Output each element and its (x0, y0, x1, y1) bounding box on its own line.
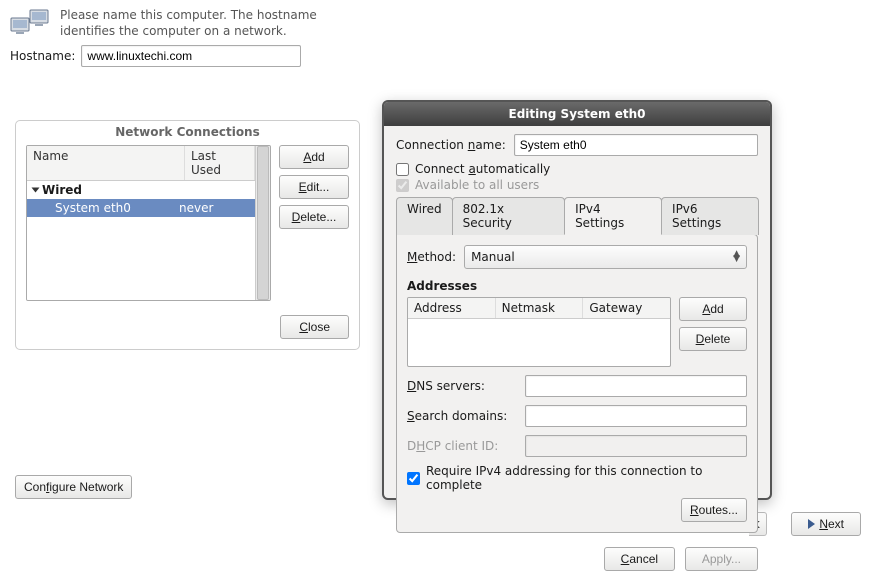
tab-ipv4[interactable]: IPv4 Settings (564, 197, 662, 235)
edit-connection-dialog: Editing System eth0 Connection name: Con… (382, 100, 772, 500)
col-netmask[interactable]: Netmask (496, 298, 584, 318)
connections-list[interactable]: Name Last Used Wired System eth0 never (26, 145, 271, 301)
expand-triangle-icon (32, 188, 40, 193)
method-label: Method: (407, 250, 456, 264)
close-button[interactable]: Close (280, 315, 349, 339)
connection-name-label: Connection name: (396, 138, 506, 152)
add-connection-button[interactable]: Add (279, 145, 349, 169)
hostname-input[interactable] (81, 45, 301, 67)
next-button[interactable]: Next (791, 512, 861, 536)
search-domains-input[interactable] (525, 405, 747, 427)
computers-icon (10, 8, 50, 38)
dialog-title: Editing System eth0 (384, 102, 770, 126)
list-item-system-eth0[interactable]: System eth0 never (27, 199, 255, 217)
connection-name-input[interactable] (514, 134, 758, 156)
nc-title: Network Connections (16, 121, 359, 145)
method-combo[interactable]: Manual ▲▼ (464, 245, 747, 269)
col-name[interactable]: Name (27, 146, 185, 180)
dns-servers-input[interactable] (525, 375, 747, 397)
connect-automatically-label: Connect automatically (415, 162, 550, 176)
col-last-used[interactable]: Last Used (185, 146, 255, 180)
search-domains-label: Search domains: (407, 409, 517, 423)
combo-arrows-icon: ▲▼ (733, 252, 740, 263)
next-arrow-icon (808, 519, 815, 529)
delete-connection-button[interactable]: Delete... (279, 205, 349, 229)
addresses-title: Addresses (407, 279, 747, 293)
tab-wired[interactable]: Wired (396, 197, 453, 235)
routes-button[interactable]: Routes... (681, 498, 747, 522)
edit-connection-button[interactable]: Edit... (279, 175, 349, 199)
require-ipv4-checkbox[interactable] (407, 472, 420, 485)
dhcp-client-id-label: DHCP client ID: (407, 439, 517, 453)
addresses-table[interactable]: Address Netmask Gateway (407, 297, 671, 367)
network-connections-panel: Network Connections Name Last Used Wired… (15, 120, 360, 350)
tab-ipv6[interactable]: IPv6 Settings (661, 197, 759, 235)
col-address[interactable]: Address (408, 298, 496, 318)
item-name: System eth0 (33, 201, 179, 215)
available-all-label: Available to all users (415, 178, 539, 192)
method-value: Manual (471, 250, 515, 264)
hostname-label: Hostname: (10, 49, 75, 63)
group-label: Wired (42, 183, 82, 197)
ipv4-tab-content: Method: Manual ▲▼ Addresses Address Netm… (396, 234, 758, 533)
dns-label: DNS servers: (407, 379, 517, 393)
group-row-wired[interactable]: Wired (27, 181, 255, 199)
delete-address-button[interactable]: Delete (679, 327, 747, 351)
cancel-button[interactable]: Cancel (604, 547, 675, 571)
tab-8021x[interactable]: 802.1x Security (452, 197, 565, 235)
available-all-checkbox (396, 179, 409, 192)
col-gateway[interactable]: Gateway (583, 298, 670, 318)
list-scrollbar[interactable] (255, 146, 270, 300)
dhcp-client-id-input (525, 435, 747, 457)
item-last-used: never (179, 201, 249, 215)
require-ipv4-label: Require IPv4 addressing for this connect… (426, 464, 747, 492)
header-description: Please name this computer. The hostname … (60, 8, 360, 39)
apply-button[interactable]: Apply... (685, 547, 758, 571)
add-address-button[interactable]: Add (679, 297, 747, 321)
configure-network-button[interactable]: Configure Network (15, 475, 132, 499)
connect-automatically-checkbox[interactable] (396, 163, 409, 176)
